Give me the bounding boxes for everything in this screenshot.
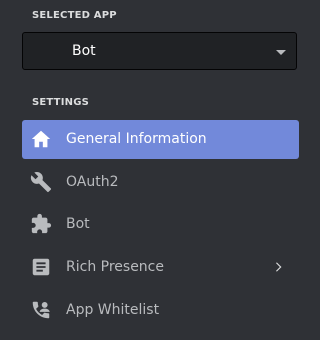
puzzle-icon — [31, 213, 52, 234]
nav-item-app-whitelist[interactable]: App Whitelist — [22, 291, 299, 330]
nav-item-general-information[interactable]: General Information — [22, 120, 299, 159]
document-icon — [32, 258, 50, 276]
nav-label-oauth2: OAuth2 — [66, 174, 119, 190]
nav-label-bot: Bot — [66, 216, 90, 232]
chevron-right-icon — [276, 262, 282, 272]
nav-item-oauth2[interactable]: OAuth2 — [22, 163, 299, 202]
person-phone-icon — [32, 301, 50, 319]
app-selector-dropdown[interactable]: Bot — [22, 32, 297, 70]
nav-item-bot[interactable]: Bot — [22, 205, 299, 244]
caret-down-icon — [276, 50, 286, 55]
settings-heading: SETTINGS — [32, 97, 90, 108]
wrench-icon — [30, 172, 52, 193]
home-icon — [31, 130, 51, 148]
nav-label-general-information: General Information — [66, 131, 207, 147]
selected-app-value: Bot — [72, 43, 96, 59]
nav-label-rich-presence: Rich Presence — [66, 259, 164, 275]
nav-label-app-whitelist: App Whitelist — [66, 302, 160, 318]
selected-app-heading: SELECTED APP — [32, 10, 117, 21]
nav-item-rich-presence[interactable]: Rich Presence — [22, 248, 299, 287]
